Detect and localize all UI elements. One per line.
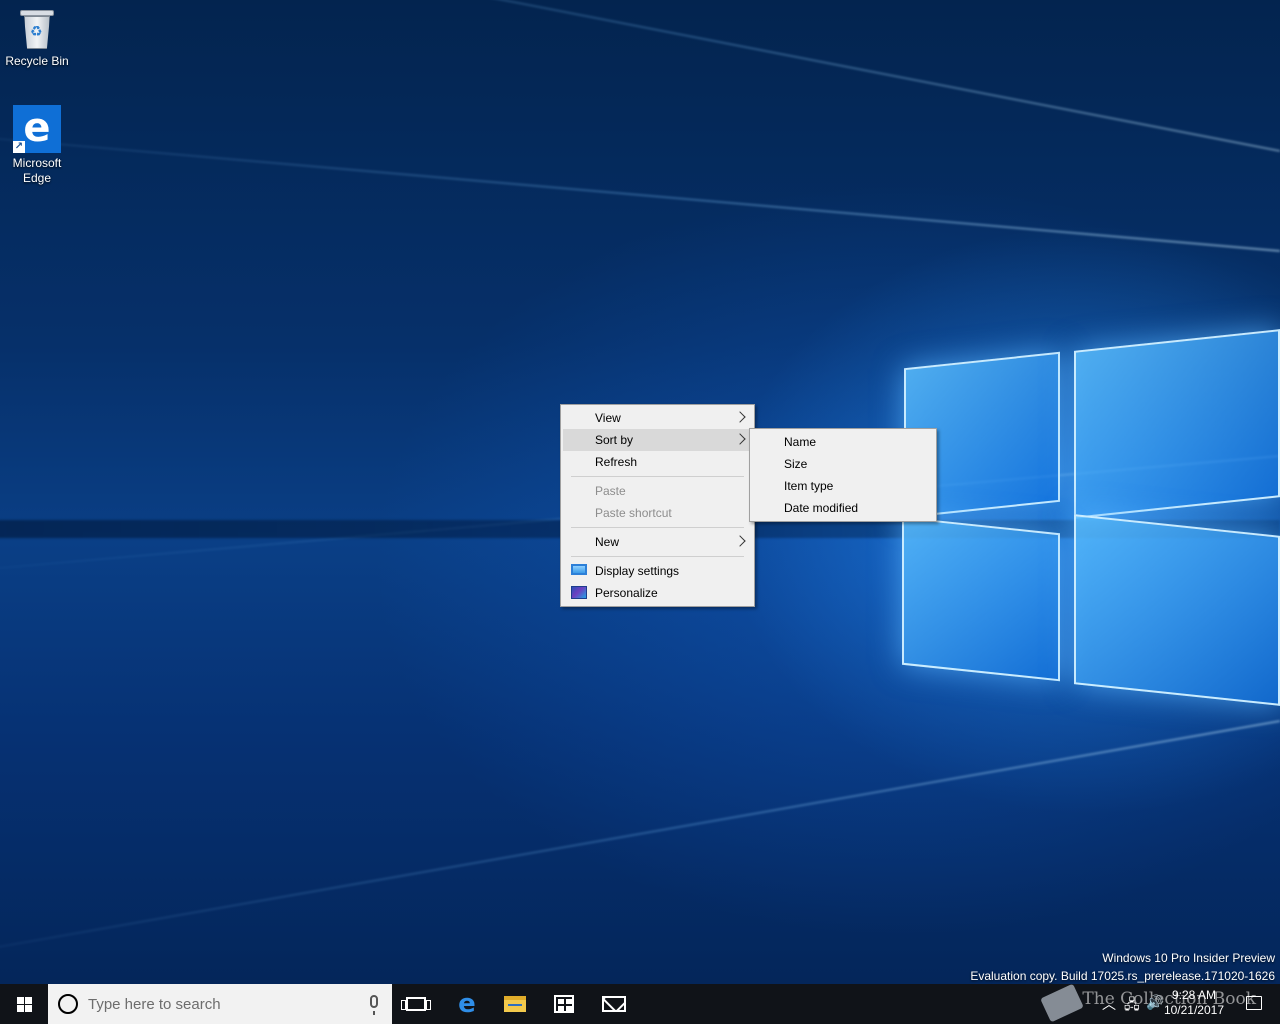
store-button[interactable] — [540, 984, 588, 1024]
menu-item-new[interactable]: New — [563, 531, 752, 553]
monitor-icon — [571, 564, 587, 575]
menu-item-refresh[interactable]: Refresh — [563, 451, 752, 473]
menu-item-paste[interactable]: Paste — [563, 480, 752, 502]
clock-time: 9:28 AM — [1171, 988, 1216, 1002]
build-watermark: Windows 10 Pro Insider Preview Evaluatio… — [970, 949, 1275, 984]
sort-by-size[interactable]: Size — [752, 453, 934, 475]
file-explorer-button[interactable] — [491, 984, 539, 1024]
chevron-right-icon — [734, 535, 746, 547]
menu-item-view[interactable]: View — [563, 407, 752, 429]
recycle-bin-label: Recycle Bin — [5, 54, 69, 68]
edge-icon: e ↗ — [13, 105, 61, 153]
book-logo-icon — [1040, 983, 1084, 1023]
watermark-build: Evaluation copy. Build 17025.rs_prerelea… — [970, 969, 1275, 983]
mail-icon — [602, 996, 626, 1012]
volume-icon[interactable]: 🔊 — [1146, 994, 1163, 1011]
microsoft-edge-shortcut[interactable]: e ↗ Microsoft Edge — [0, 105, 74, 186]
mail-button[interactable] — [590, 984, 638, 1024]
start-button[interactable] — [0, 984, 48, 1024]
network-icon[interactable]: 🖧 — [1124, 994, 1140, 1018]
menu-item-paste-shortcut[interactable]: Paste shortcut — [563, 502, 752, 524]
menu-item-sort-by[interactable]: Sort by — [563, 429, 752, 451]
store-icon — [554, 995, 574, 1013]
edge-icon: e — [458, 989, 476, 1019]
wallpaper-beam — [0, 121, 1280, 252]
chevron-right-icon — [734, 433, 746, 445]
wallpaper-pane — [1074, 329, 1280, 519]
search-box[interactable] — [48, 984, 392, 1024]
folder-icon — [504, 996, 526, 1012]
sort-by-submenu: Name Size Item type Date modified — [749, 428, 937, 522]
task-view-icon — [401, 997, 431, 1011]
wallpaper-beam — [0, 0, 1280, 152]
system-tray: The Collection Book ︿ 🖧 🔊 9:28 AM 10/21/… — [1020, 983, 1280, 1024]
sort-by-name[interactable]: Name — [752, 431, 934, 453]
edge-taskbar-button[interactable]: e — [443, 984, 491, 1024]
taskbar: e The Collection Book ︿ 🖧 🔊 9:28 AM 10/2… — [0, 983, 1280, 1024]
menu-separator — [571, 476, 744, 477]
recycle-bin-icon: ♻ — [20, 10, 54, 50]
task-view-button[interactable] — [392, 984, 440, 1024]
menu-item-personalize[interactable]: Personalize — [563, 582, 752, 604]
shortcut-arrow-icon: ↗ — [13, 141, 25, 153]
microphone-icon[interactable] — [370, 995, 378, 1015]
sort-by-date-modified[interactable]: Date modified — [752, 497, 934, 519]
microsoft-edge-label: Microsoft Edge — [12, 156, 62, 185]
menu-item-display-settings[interactable]: Display settings — [563, 560, 752, 582]
clock-date: 10/21/2017 — [1163, 1003, 1224, 1017]
search-input[interactable] — [88, 994, 348, 1014]
wallpaper-pane — [902, 516, 1060, 682]
desktop[interactable]: ♻ Recycle Bin e ↗ Microsoft Edge View Sor… — [0, 0, 1280, 984]
action-center-icon[interactable] — [1246, 996, 1262, 1010]
wallpaper-pane — [1074, 514, 1280, 706]
menu-separator — [571, 556, 744, 557]
cortana-icon[interactable] — [58, 994, 78, 1014]
clock[interactable]: 9:28 AM 10/21/2017 — [1164, 988, 1224, 1018]
chevron-right-icon — [734, 411, 746, 423]
wallpaper-beam — [0, 720, 1280, 979]
menu-separator — [571, 527, 744, 528]
windows-logo-icon — [16, 996, 32, 1012]
watermark-edition: Windows 10 Pro Insider Preview — [1102, 951, 1275, 965]
show-hidden-icons-icon[interactable]: ︿ — [1102, 994, 1116, 1014]
sort-by-item-type[interactable]: Item type — [752, 475, 934, 497]
recycle-bin-shortcut[interactable]: ♻ Recycle Bin — [0, 10, 74, 69]
personalize-icon — [571, 586, 587, 599]
desktop-context-menu: View Sort by Refresh Paste Paste shortcu… — [560, 404, 755, 607]
